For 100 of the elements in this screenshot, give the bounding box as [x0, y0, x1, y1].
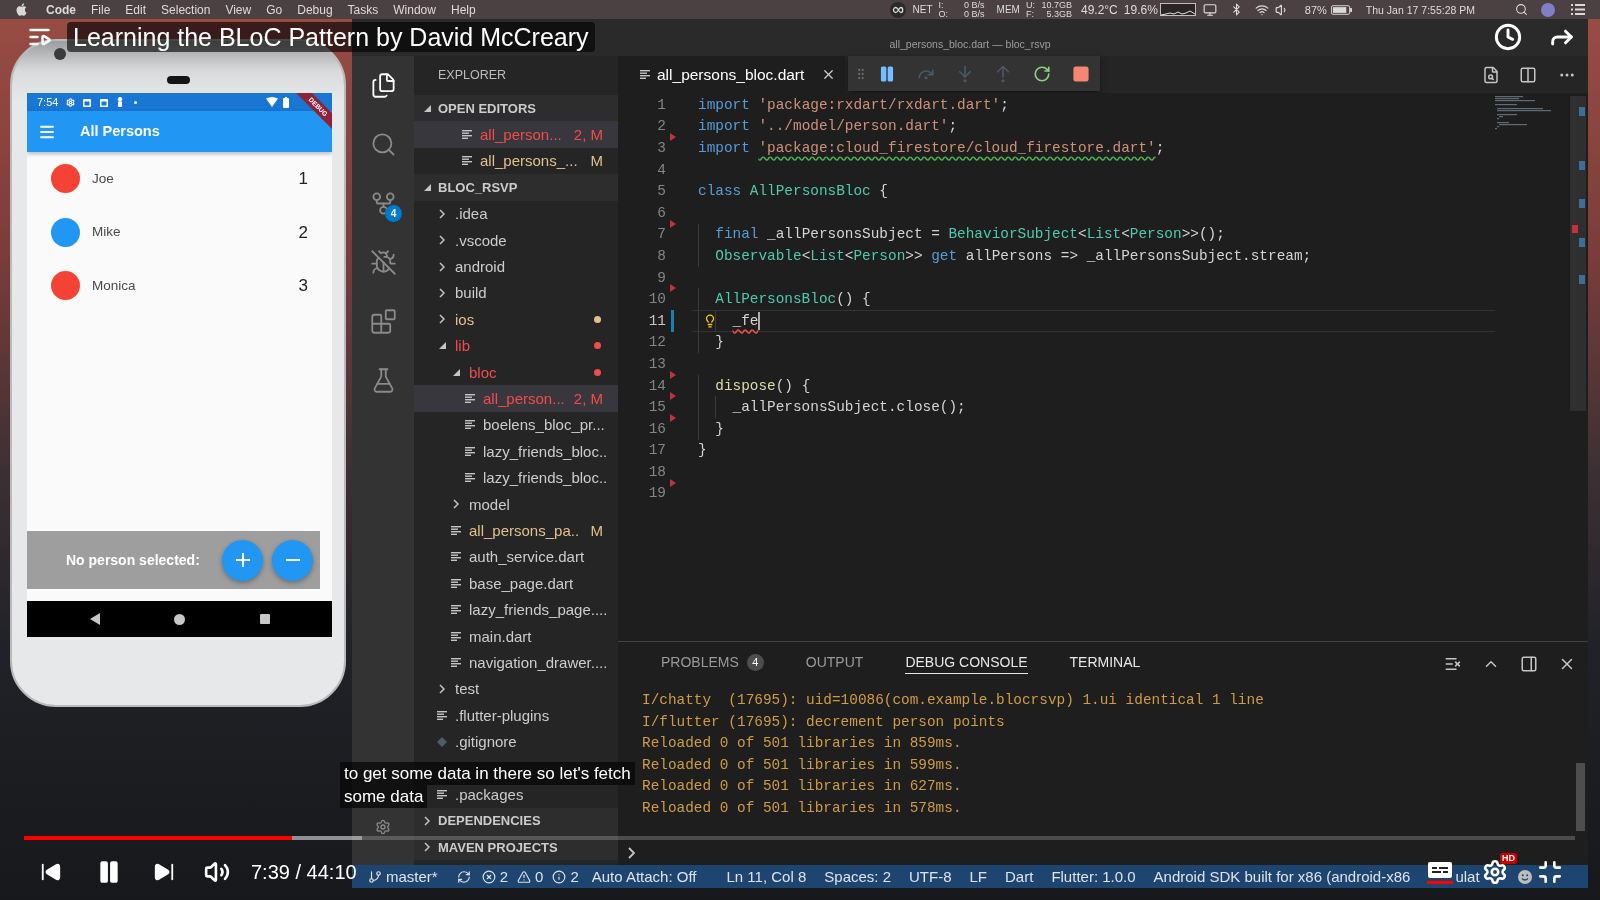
blocks-icon[interactable]: [369, 308, 397, 335]
chevron-right-icon[interactable]: [439, 208, 445, 219]
progress-track[interactable]: [24, 836, 1575, 840]
stop-icon[interactable]: [1071, 64, 1090, 83]
tree-item[interactable]: all_persons_... M: [462, 151, 603, 170]
settings-icon[interactable]: [1482, 859, 1508, 885]
exit-fullscreen-icon[interactable]: [1537, 859, 1563, 885]
panel-tab[interactable]: PROBLEMS 4: [661, 653, 764, 674]
menu-item[interactable]: File: [91, 2, 111, 17]
menu-item[interactable]: Selection: [161, 2, 211, 17]
display-icon[interactable]: [1202, 2, 1217, 17]
info-icon[interactable]: [552, 869, 567, 884]
apple-icon[interactable]: [16, 3, 27, 16]
search-icon[interactable]: [369, 131, 397, 158]
expanded-triangle-icon[interactable]: [452, 368, 460, 376]
error-icon[interactable]: [481, 869, 496, 884]
panel-layout-icon[interactable]: [1520, 654, 1538, 673]
previous-icon[interactable]: [40, 861, 62, 883]
subtitles-icon[interactable]: [1427, 860, 1453, 884]
chevron-right-icon[interactable]: [439, 314, 445, 325]
chevron-right-icon[interactable]: [424, 815, 430, 826]
lightbulb-icon[interactable]: [703, 312, 717, 329]
section-header[interactable]: MAVEN PROJECTS: [414, 833, 618, 861]
status-item[interactable]: Auto Attach: Off: [591, 868, 697, 885]
sync-icon[interactable]: [456, 869, 471, 884]
tree-item[interactable]: main.dart: [451, 627, 603, 645]
tree-item[interactable]: auth_service.dart: [451, 547, 603, 566]
chevron-right-icon[interactable]: [439, 261, 445, 272]
tree-item[interactable]: boelens_bloc_pr...: [465, 415, 605, 434]
panel-tab[interactable]: OUTPUT: [805, 653, 864, 674]
warning-icon[interactable]: [517, 869, 532, 884]
tree-item[interactable]: navigation_drawer....: [451, 653, 608, 672]
video-title[interactable]: Learning the BLoC Pattern by David McCreary: [67, 22, 595, 52]
smiley-icon[interactable]: [1518, 869, 1532, 884]
status-item[interactable]: Dart: [1005, 868, 1034, 885]
tree-item[interactable]: .flutter-plugins: [437, 706, 603, 725]
orb-icon[interactable]: [1541, 2, 1555, 17]
menu-item[interactable]: View: [225, 2, 252, 17]
status-item[interactable]: Spaces: 2: [824, 868, 891, 885]
folder-item[interactable]: bloc: [451, 363, 603, 382]
section-header[interactable]: DEPENDENCIES: [414, 807, 618, 834]
add-button[interactable]: [222, 539, 263, 581]
menu-item[interactable]: Window: [393, 2, 436, 17]
page-magnifier-icon[interactable]: [1482, 65, 1500, 84]
folder-item[interactable]: .idea: [437, 204, 603, 223]
status-item[interactable]: LF: [969, 868, 988, 885]
status-item[interactable]: Android SDK built for x86 (android-x86: [1153, 868, 1411, 885]
folder-item[interactable]: model: [451, 495, 603, 514]
tree-item[interactable]: .packages: [437, 785, 603, 804]
folder-item[interactable]: test: [437, 679, 603, 698]
tree-item[interactable]: all_persons_pa.. M: [451, 521, 603, 540]
status-item[interactable]: Flutter: 1.0.0: [1051, 868, 1136, 885]
chevron-right-icon[interactable]: [439, 683, 445, 694]
battery-icon[interactable]: [1330, 4, 1352, 15]
chevron-right-icon[interactable]: [439, 287, 445, 298]
home-icon[interactable]: [174, 613, 185, 625]
tree-item[interactable]: lazy_friends_page....: [451, 600, 608, 619]
swirl-circle-icon[interactable]: [889, 1, 906, 18]
editor-tab[interactable]: all_persons_bloc.dart: [618, 56, 845, 93]
expanded-triangle-icon[interactable]: [423, 183, 431, 191]
tree-item[interactable]: lazy_friends_bloc..: [465, 468, 608, 487]
app-menu[interactable]: Code: [46, 2, 76, 17]
folder-item[interactable]: android: [437, 257, 603, 276]
chevron-right-icon[interactable]: [453, 499, 459, 510]
branch-name[interactable]: master*: [386, 868, 438, 885]
status-item[interactable]: UTF-8: [909, 868, 952, 885]
next-icon[interactable]: [153, 861, 175, 883]
restart-icon[interactable]: [1033, 64, 1051, 83]
square-icon[interactable]: [259, 614, 270, 624]
files-icon[interactable]: [369, 72, 397, 99]
close-icon[interactable]: [821, 67, 836, 82]
wifi-icon[interactable]: [1254, 2, 1269, 17]
list-icon[interactable]: [1571, 4, 1585, 15]
back-icon[interactable]: [89, 613, 100, 625]
volume-icon[interactable]: [204, 859, 230, 885]
tree-item[interactable]: base_page.dart: [451, 574, 603, 593]
expanded-triangle-icon[interactable]: [438, 342, 446, 350]
chevron-right-icon[interactable]: [424, 842, 430, 853]
scrollbar-thumb[interactable]: [1576, 763, 1585, 831]
clock-icon[interactable]: [1494, 23, 1522, 51]
expanded-triangle-icon[interactable]: [423, 104, 431, 112]
crossed-bug-icon[interactable]: [369, 249, 397, 276]
menu-item[interactable]: Go: [266, 2, 283, 17]
status-item[interactable]: ulat: [1455, 868, 1480, 885]
split-editor-icon[interactable]: [1519, 65, 1537, 84]
panel-tab[interactable]: DEBUG CONSOLE: [905, 653, 1028, 674]
menu-clock[interactable]: Thu Jan 17 7:55:28 PM: [1365, 2, 1475, 17]
branch-icon[interactable]: [368, 869, 382, 884]
search-icon[interactable]: [1515, 3, 1528, 16]
tree-item[interactable]: .gitignore: [437, 732, 603, 751]
folder-item[interactable]: build: [437, 283, 603, 302]
tree-item[interactable]: lazy_friends_bloc..: [465, 442, 608, 461]
folder-item[interactable]: ios: [437, 310, 603, 329]
menu-item[interactable]: Edit: [125, 2, 147, 17]
section-header[interactable]: OPEN EDITORS: [414, 95, 618, 122]
panel-tab[interactable]: TERMINAL: [1069, 653, 1141, 674]
section-header[interactable]: BLOC_RSVP: [414, 174, 618, 201]
menu-item[interactable]: Debug: [297, 2, 333, 17]
menu-item[interactable]: Help: [450, 2, 476, 17]
chevron-right-icon[interactable]: [439, 235, 445, 246]
